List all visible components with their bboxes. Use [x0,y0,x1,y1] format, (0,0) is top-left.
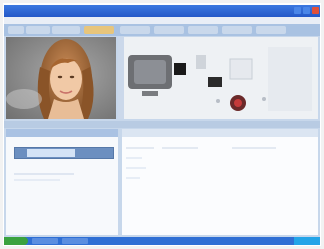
maximize-button[interactable] [303,7,310,14]
preview-artwork [118,37,318,119]
taskbar [4,237,320,245]
portrait-image [6,37,116,119]
video-feed [6,37,116,119]
details-panel-header [122,129,318,137]
close-button[interactable] [312,7,319,14]
title-bar[interactable] [4,5,320,17]
details-row [126,167,146,169]
start-button[interactable] [4,237,28,245]
connection-panel-header [6,129,118,137]
dark-square-icon [208,77,222,87]
app-window [4,5,320,245]
tab-7[interactable] [188,26,218,34]
details-row [126,177,140,179]
connection-entry-highlight [27,149,75,157]
tab-4-active[interactable] [84,26,114,34]
panel-divider[interactable] [4,121,320,128]
screen [0,0,324,249]
taskbar-item-1[interactable] [32,238,58,244]
taskbar-item-2[interactable] [62,238,88,244]
details-row [232,147,276,149]
tab-3[interactable] [52,26,80,34]
tab-6[interactable] [154,26,184,34]
dark-square-icon [174,63,186,75]
minimize-button[interactable] [294,7,301,14]
connection-panel [6,129,118,235]
tab-9[interactable] [256,26,286,34]
details-row [162,147,198,149]
list-line [14,179,60,181]
preview-canvas [118,37,318,119]
details-panel [122,129,318,235]
tab-8[interactable] [222,26,252,34]
tab-bar [4,24,320,36]
system-tray [294,237,320,245]
list-line [14,173,74,175]
tab-1[interactable] [8,26,24,34]
connection-entry[interactable] [14,147,114,159]
details-row [126,147,154,149]
details-row [126,157,142,159]
tab-5[interactable] [120,26,150,34]
tab-2[interactable] [26,26,50,34]
menu-bar [4,17,320,24]
